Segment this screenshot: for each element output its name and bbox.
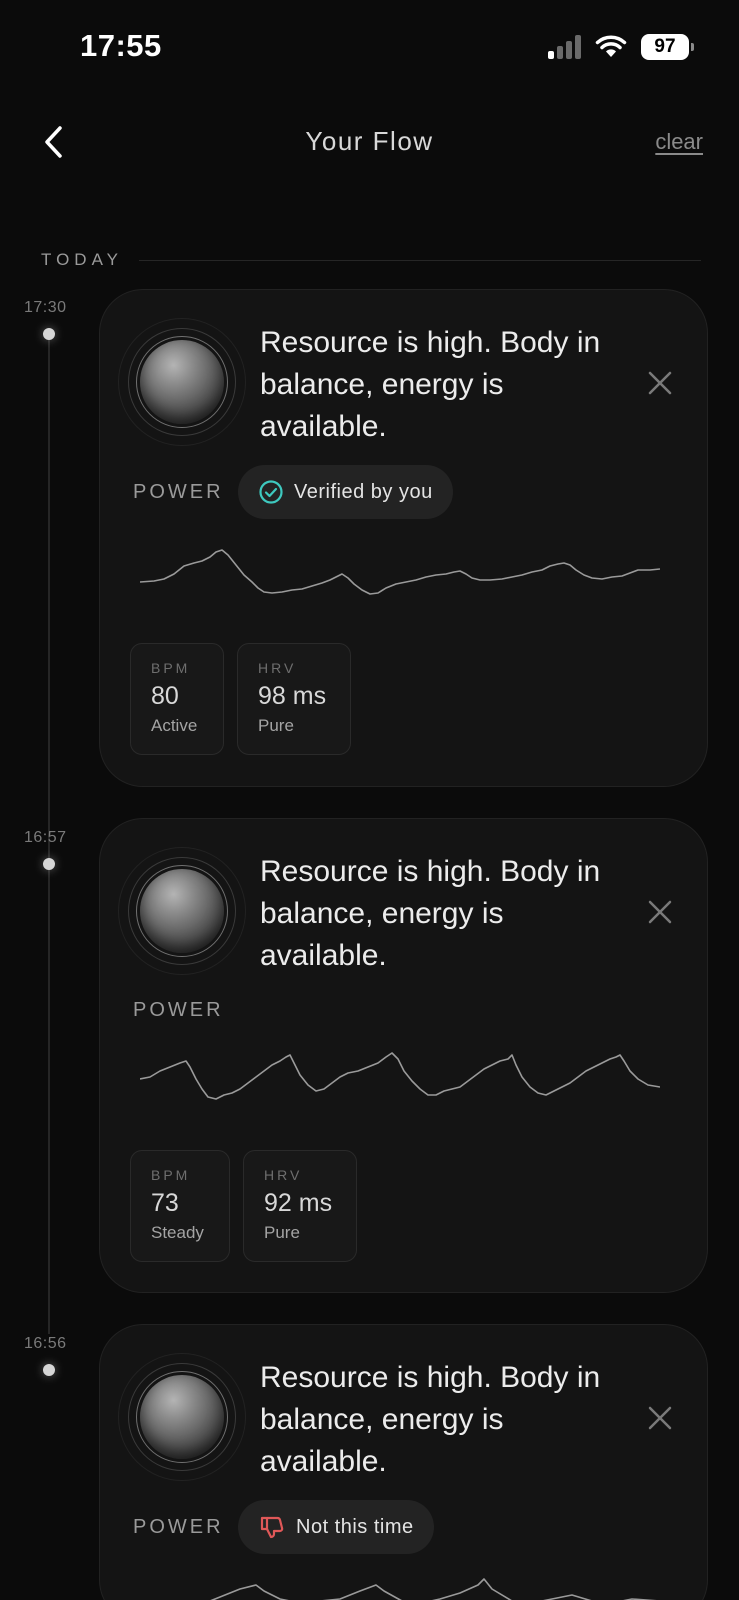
wifi-icon [595, 35, 627, 57]
metric-hrv: HRV 92 ms Pure [243, 1150, 357, 1262]
metric-hrv: HRV 98 ms Pure [237, 643, 351, 755]
energy-orb [118, 318, 246, 446]
status-icons: 97 [548, 34, 694, 60]
metric-sub: Pure [264, 1223, 300, 1242]
feedback-pill[interactable]: Verified by you [238, 465, 453, 519]
metric-value: 92 ms [264, 1189, 333, 1217]
cellular-signal-icon [548, 35, 581, 59]
energy-orb [118, 1353, 246, 1481]
metric-label: HRV [264, 1167, 303, 1183]
battery-icon: 97 [641, 34, 694, 60]
feedback-label: Not this time [296, 1515, 414, 1538]
flow-card[interactable]: Resource is high. Body in balance, energ… [99, 289, 708, 787]
dismiss-button[interactable] [647, 899, 673, 925]
dismiss-button[interactable] [647, 370, 673, 396]
state-label: POWER [133, 1516, 224, 1538]
page-title: Your Flow [305, 126, 434, 156]
section-label-today: TODAY [41, 250, 123, 269]
close-icon [648, 1406, 672, 1430]
card-message: Resource is high. Body in balance, energ… [260, 1361, 601, 1478]
card-message: Resource is high. Body in balance, energ… [260, 855, 601, 972]
timeline-time: 17:30 [24, 299, 67, 316]
timeline-time: 16:56 [24, 1335, 67, 1352]
flow-card[interactable]: Resource is high. Body in balance, energ… [99, 818, 708, 1293]
timeline-dot [43, 328, 55, 340]
timeline-time: 16:57 [24, 829, 67, 846]
close-icon [648, 371, 672, 395]
heart-rate-wave [140, 549, 660, 595]
metric-label: BPM [151, 660, 191, 676]
battery-level: 97 [654, 36, 676, 57]
state-label: POWER [133, 481, 224, 503]
thumbs-down-icon [260, 1516, 284, 1539]
metric-value: 80 [151, 682, 179, 710]
energy-orb [118, 847, 246, 975]
clear-button[interactable]: clear [655, 129, 703, 155]
metric-sub: Steady [151, 1223, 204, 1242]
metric-label: HRV [258, 660, 297, 676]
section-divider [139, 260, 701, 261]
metric-bpm: BPM 80 Active [130, 643, 224, 755]
state-label: POWER [133, 999, 224, 1021]
metric-sub: Active [151, 716, 198, 735]
timeline-dot [43, 1364, 55, 1376]
feedback-label: Verified by you [294, 480, 433, 503]
feedback-pill[interactable]: Not this time [238, 1500, 434, 1554]
status-time: 17:55 [80, 28, 162, 63]
close-icon [648, 900, 672, 924]
card-message: Resource is high. Body in balance, energ… [260, 326, 601, 443]
metric-value: 73 [151, 1189, 179, 1217]
metric-value: 98 ms [258, 682, 327, 710]
metric-bpm: BPM 73 Steady [130, 1150, 230, 1262]
metric-label: BPM [151, 1167, 191, 1183]
dismiss-button[interactable] [647, 1405, 673, 1431]
check-circle-icon [259, 480, 283, 504]
heart-rate-wave [140, 1052, 660, 1100]
timeline-dot [43, 858, 55, 870]
metric-sub: Pure [258, 716, 294, 735]
flow-card[interactable]: Resource is high. Body in balance, energ… [99, 1324, 708, 1600]
heart-rate-wave [210, 1578, 658, 1600]
